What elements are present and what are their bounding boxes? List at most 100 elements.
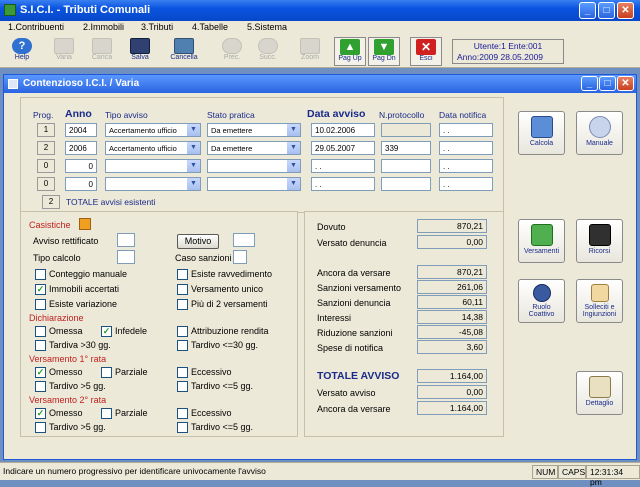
attribuzione-rendita-checkbox[interactable]	[177, 326, 188, 337]
calcola-button[interactable]: Calcola	[518, 111, 565, 155]
v2-parziale-checkbox[interactable]	[101, 408, 112, 419]
versamento-unico-checkbox[interactable]	[177, 284, 188, 295]
row-3-anno[interactable]: 0	[65, 159, 97, 173]
ancora-da-versare-2-value: 1.164,00	[417, 401, 487, 415]
row-2-data-avviso[interactable]: 29.05.2007	[311, 141, 375, 155]
pag-dn-button[interactable]: ▼ Pag Dn	[368, 37, 400, 66]
row-3-data-notifica[interactable]: . .	[439, 159, 493, 173]
row-1-n-protocollo[interactable]	[381, 123, 431, 137]
row-2-n-protocollo[interactable]: 339	[381, 141, 431, 155]
immobili-accertati-checkbox[interactable]: ✓	[35, 284, 46, 295]
avviso-rettificato-field[interactable]	[117, 233, 135, 247]
manuale-button[interactable]: Manuale	[576, 111, 623, 155]
menu-immobili[interactable]: 2.Immobili	[83, 22, 124, 32]
v2-tardivo-le5-checkbox[interactable]	[177, 422, 188, 433]
sanzioni-denuncia-label: Sanzioni denuncia	[317, 298, 391, 308]
upload-icon	[92, 38, 112, 54]
v1-tardivo-le5-checkbox[interactable]	[177, 381, 188, 392]
zoom-button[interactable]: Zoom	[294, 37, 326, 66]
row-4-data-notifica[interactable]: . .	[439, 177, 493, 191]
dich-infedele-checkbox[interactable]: ✓	[101, 326, 112, 337]
esiste-ravvedimento-label: Esiste ravvedimento	[191, 269, 273, 279]
row-3-prog[interactable]: 0	[37, 159, 55, 173]
v1-parziale-checkbox[interactable]	[101, 367, 112, 378]
esiste-variazione-checkbox[interactable]	[35, 299, 46, 310]
versamenti-button[interactable]: Versamenti	[518, 219, 565, 263]
tardiva-30-checkbox[interactable]	[35, 340, 46, 351]
carica-button[interactable]: Carica	[86, 37, 118, 66]
caso-sanzioni-field[interactable]	[233, 250, 247, 264]
zoom-icon	[300, 38, 320, 54]
succ-button[interactable]: Succ.	[252, 37, 284, 66]
v1-eccessivo-checkbox[interactable]	[177, 367, 188, 378]
v2-omesso-checkbox[interactable]: ✓	[35, 408, 46, 419]
row-2-stato-pratica[interactable]: Da emettere ▼	[207, 141, 301, 155]
row-1-data-avviso[interactable]: 10.02.2006	[311, 123, 375, 137]
header-data-notifica: Data notifica	[439, 110, 487, 120]
window-close-button[interactable]: ✕	[617, 76, 634, 91]
v2-tardivo-5-checkbox[interactable]	[35, 422, 46, 433]
menu-tributi[interactable]: 3.Tributi	[141, 22, 173, 32]
row-2-tipo-avviso[interactable]: Accertamento ufficio ▼	[105, 141, 201, 155]
avvisi-grid-panel: Prog. Anno Tipo avviso Stato pratica Dat…	[20, 97, 504, 213]
menu-sistema[interactable]: 5.Sistema	[247, 22, 287, 32]
tardivo-le30-checkbox[interactable]	[177, 340, 188, 351]
esiste-ravvedimento-checkbox[interactable]	[177, 269, 188, 280]
piu-2-versamenti-checkbox[interactable]	[177, 299, 188, 310]
help-button[interactable]: ? Help	[6, 37, 38, 66]
solleciti-ingiunzioni-button[interactable]: Solleciti e Ingiunzioni	[576, 279, 623, 323]
row-1-data-notifica[interactable]: . .	[439, 123, 493, 137]
pag-up-button[interactable]: ▲ Pag Up	[334, 37, 366, 66]
dich-omessa-checkbox[interactable]	[35, 326, 46, 337]
salva-button[interactable]: Salva	[124, 37, 156, 66]
interessi-value: 14,38	[417, 310, 487, 324]
dettaglio-button[interactable]: Dettaglio	[576, 371, 623, 415]
row-4-stato-pratica[interactable]: ▼	[207, 177, 301, 191]
menu-contribuenti[interactable]: 1.Contribuenti	[8, 22, 64, 32]
ricorsi-button[interactable]: Ricorsi	[576, 219, 623, 263]
previous-icon	[222, 38, 242, 54]
dich-infedele-label: Infedele	[115, 326, 148, 336]
row-1-stato-pratica[interactable]: Da emettere ▼	[207, 123, 301, 137]
row-3-tipo-avviso[interactable]: ▼	[105, 159, 201, 173]
motivo-field[interactable]	[233, 233, 255, 247]
maximize-button[interactable]: □	[598, 2, 615, 19]
close-button[interactable]: ✕	[617, 2, 634, 19]
row-2-anno[interactable]: 2006	[65, 141, 97, 155]
row-2-data-notifica[interactable]: . .	[439, 141, 493, 155]
row-1-anno[interactable]: 2004	[65, 123, 97, 137]
row-1-prog[interactable]: 1	[37, 123, 55, 137]
conteggio-manuale-checkbox[interactable]	[35, 269, 46, 280]
motivo-button[interactable]: Motivo	[177, 234, 219, 249]
varia-button[interactable]: Varia	[48, 37, 80, 66]
prec-button[interactable]: Prec.	[216, 37, 248, 66]
edit-icon[interactable]	[79, 218, 91, 230]
v2-tardivo-le5-label: Tardivo <=5 gg.	[191, 422, 254, 432]
pencil-icon	[54, 38, 74, 54]
ruolo-coattivo-button[interactable]: Ruolo Coattivo	[518, 279, 565, 323]
row-3-n-protocollo[interactable]	[381, 159, 431, 173]
row-3-data-avviso[interactable]: . .	[311, 159, 375, 173]
sanzioni-denuncia-value: 60,11	[417, 295, 487, 309]
help-icon: ?	[12, 38, 32, 54]
row-3-stato-pratica[interactable]: ▼	[207, 159, 301, 173]
esci-button[interactable]: ✕ Esci	[410, 37, 442, 66]
row-4-anno[interactable]: 0	[65, 177, 97, 191]
row-4-tipo-avviso[interactable]: ▼	[105, 177, 201, 191]
avviso-rettificato-label: Avviso rettificato	[33, 236, 99, 246]
row-4-n-protocollo[interactable]	[381, 177, 431, 191]
v1-omesso-checkbox[interactable]: ✓	[35, 367, 46, 378]
v2-eccessivo-checkbox[interactable]	[177, 408, 188, 419]
v1-tardivo-5-checkbox[interactable]	[35, 381, 46, 392]
window-maximize-button[interactable]: □	[599, 76, 616, 91]
row-1-tipo-avviso[interactable]: Accertamento ufficio ▼	[105, 123, 201, 137]
cancella-button[interactable]: Cancella	[168, 37, 200, 66]
minimize-button[interactable]: _	[579, 2, 596, 19]
window-minimize-button[interactable]: _	[581, 76, 598, 91]
dich-omessa-label: Omessa	[49, 326, 83, 336]
menu-tabelle[interactable]: 4.Tabelle	[192, 22, 228, 32]
tipo-calcolo-field[interactable]	[117, 250, 135, 264]
row-4-data-avviso[interactable]: . .	[311, 177, 375, 191]
row-2-prog[interactable]: 2	[37, 141, 55, 155]
row-4-prog[interactable]: 0	[37, 177, 55, 191]
